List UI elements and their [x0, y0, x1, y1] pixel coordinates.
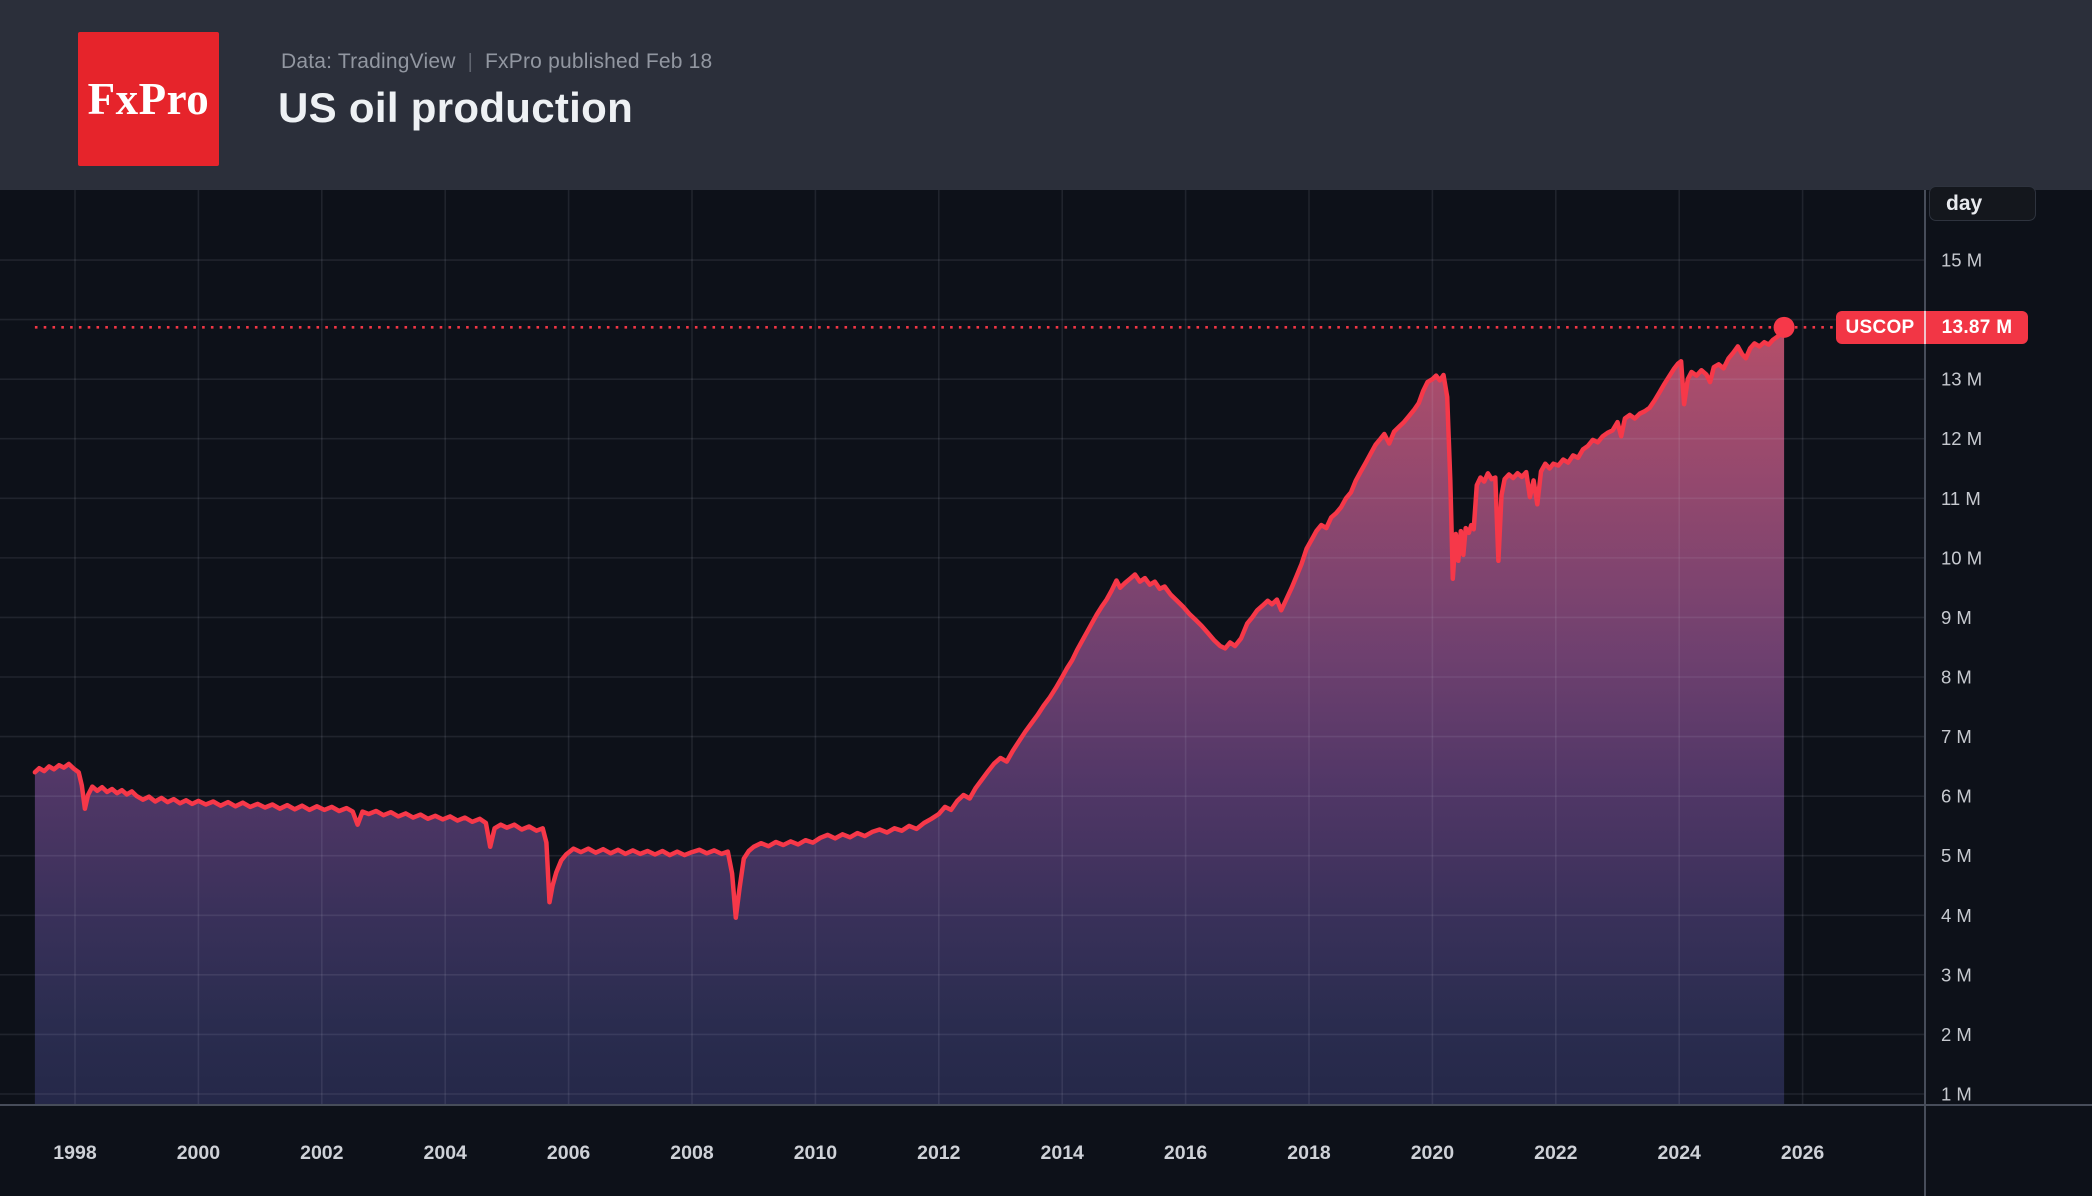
separator-bar: | — [468, 51, 473, 74]
chart-source-line: Data: TradingView | FxPro published Feb … — [281, 50, 712, 74]
published-text: FxPro published Feb 18 — [485, 50, 712, 74]
price-label-value: 13.87 M — [1926, 317, 2028, 339]
fxpro-logo-text: FxPro — [88, 73, 210, 125]
area-fill — [35, 327, 1784, 1105]
page-title: US oil production — [278, 84, 633, 132]
time-axis[interactable] — [0, 1106, 1925, 1196]
interval-badge[interactable]: day — [1929, 186, 2036, 221]
last-point-marker — [1774, 317, 1795, 338]
price-label: USCOP 13.87 M — [1836, 311, 2028, 344]
fxpro-logo: FxPro — [78, 32, 219, 166]
interval-label: day — [1946, 192, 1982, 216]
header: FxPro Data: TradingView | FxPro publishe… — [0, 0, 2092, 190]
data-source-text: Data: TradingView — [281, 50, 456, 74]
price-label-symbol: USCOP — [1836, 317, 1924, 339]
